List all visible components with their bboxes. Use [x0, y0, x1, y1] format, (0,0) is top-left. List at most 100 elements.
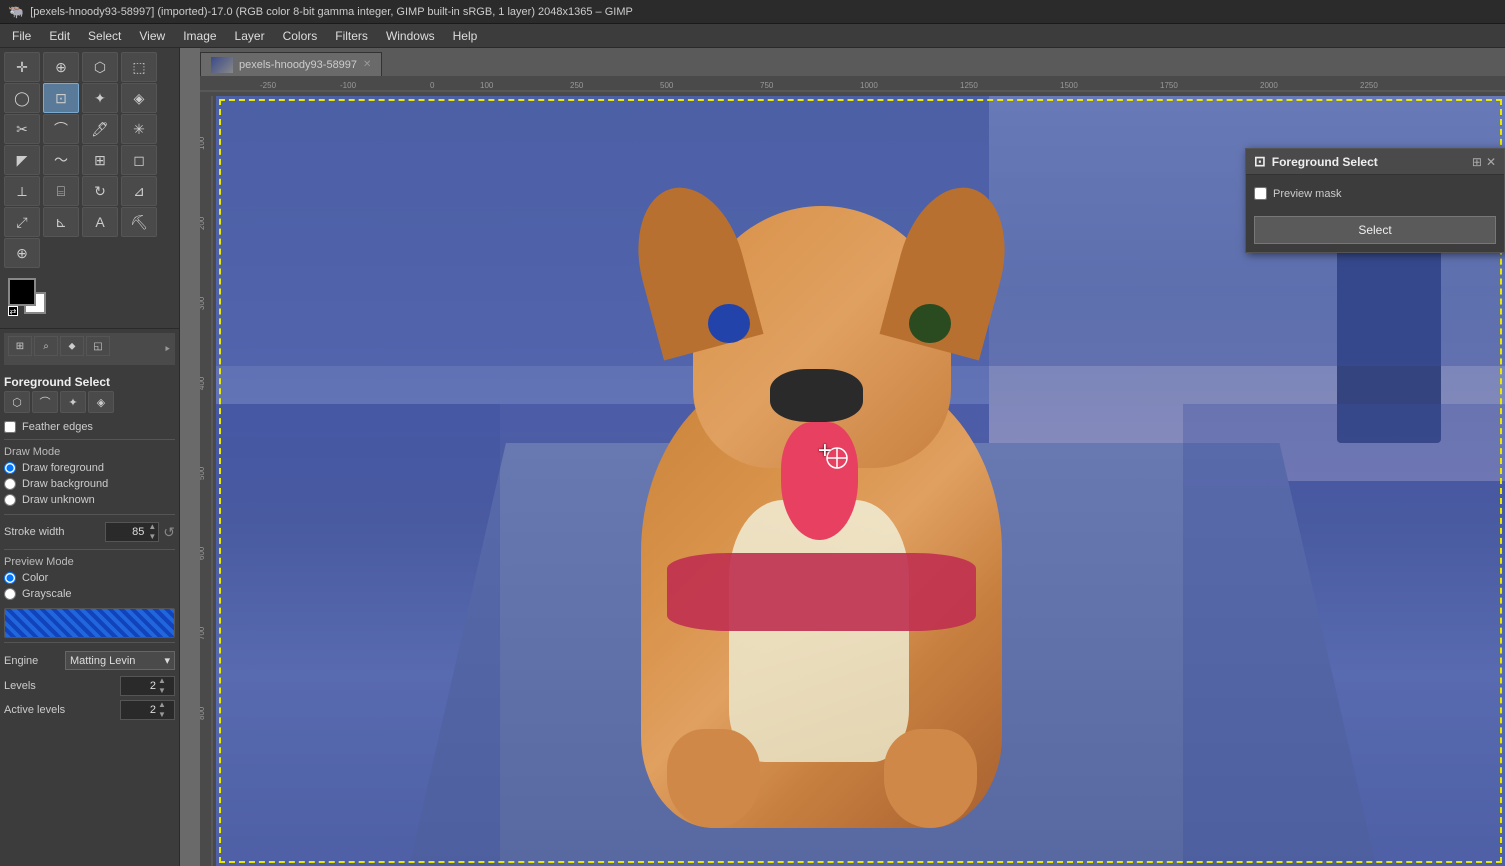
menu-layer[interactable]: Layer: [227, 27, 273, 45]
tool-grid: ✛ ⊕ ⬡ ⬚ ◯ ⊡ ✦ ◈ ✂ ⌒ 🖊 ✳ ◤ 〜 ⊞ ◻ ⟂ ⌸ ↻ ⊿ …: [0, 48, 179, 272]
canvas-area: pexels-hnoody93-58997 ✕ -250 -100 0 100 …: [180, 48, 1505, 866]
active-levels-up[interactable]: ▲: [156, 700, 168, 710]
tool-erase[interactable]: ◻: [121, 145, 157, 175]
tool-rect-select[interactable]: ⬚: [121, 52, 157, 82]
separator-2: [4, 514, 175, 515]
draw-foreground-radio[interactable]: [4, 462, 16, 474]
active-levels-label: Active levels: [4, 704, 65, 716]
tool-shear[interactable]: ⊿: [121, 176, 157, 206]
corgi-harness: [667, 553, 976, 632]
tool-bucket-fill[interactable]: ◤: [4, 145, 40, 175]
menu-colors[interactable]: Colors: [275, 27, 326, 45]
feather-edges-label: Feather edges: [22, 421, 93, 433]
dialog-title: ⊡ Foreground Select: [1254, 153, 1378, 170]
svg-text:1000: 1000: [860, 81, 878, 90]
preview-grayscale-radio[interactable]: [4, 588, 16, 600]
tool-crop[interactable]: ⌸: [43, 176, 79, 206]
preview-color-radio[interactable]: [4, 572, 16, 584]
tool-heal[interactable]: ✳: [121, 114, 157, 144]
tool-paint[interactable]: 🖊: [82, 114, 118, 144]
levels-up[interactable]: ▲: [156, 676, 168, 686]
draw-background-radio[interactable]: [4, 478, 16, 490]
tab-close-icon[interactable]: ✕: [363, 59, 371, 70]
svg-text:800: 800: [200, 706, 206, 720]
stroke-width-input[interactable]: [106, 526, 146, 538]
stroke-width-down[interactable]: ▼: [146, 532, 158, 542]
levels-input[interactable]: [121, 680, 156, 692]
tool-clone[interactable]: ⊞: [82, 145, 118, 175]
swap-colors-button[interactable]: ⇄: [8, 306, 18, 316]
menu-select[interactable]: Select: [80, 27, 129, 45]
menu-edit[interactable]: Edit: [41, 27, 78, 45]
tool-free-select[interactable]: ⬡: [82, 52, 118, 82]
tool-fuzzy-select[interactable]: ✦: [82, 83, 118, 113]
active-levels-spinbox: ▲ ▼: [120, 700, 175, 720]
active-levels-row: Active levels ▲ ▼: [4, 698, 175, 722]
options-expand[interactable]: ⯈: [164, 344, 171, 355]
preview-mode-title: Preview Mode: [4, 556, 175, 568]
menu-image[interactable]: Image: [175, 27, 224, 45]
stroke-width-up[interactable]: ▲: [146, 522, 158, 532]
dialog-close-icon[interactable]: ✕: [1486, 155, 1496, 169]
menu-file[interactable]: File: [4, 27, 39, 45]
svg-text:500: 500: [200, 466, 206, 480]
mode-btn-color[interactable]: ◈: [88, 391, 114, 413]
engine-select[interactable]: Matting Levin ▾: [65, 651, 175, 670]
svg-text:100: 100: [200, 136, 206, 150]
menu-view[interactable]: View: [131, 27, 173, 45]
tool-align[interactable]: ⊕: [43, 52, 79, 82]
window-title: [pexels-hnoody93-58997] (imported)-17.0 …: [30, 6, 633, 18]
tool-scale[interactable]: ⤢: [4, 207, 40, 237]
separator-3: [4, 549, 175, 550]
draw-unknown-radio[interactable]: [4, 494, 16, 506]
preview-mode-section: Preview Mode Color Grayscale: [4, 554, 175, 604]
levels-label: Levels: [4, 680, 36, 692]
active-levels-arrows: ▲ ▼: [156, 700, 168, 720]
levels-down[interactable]: ▼: [156, 686, 168, 696]
active-levels-down[interactable]: ▼: [156, 710, 168, 720]
preview-mask-checkbox[interactable]: [1254, 187, 1267, 200]
options-tab-3[interactable]: ◱: [86, 336, 110, 356]
options-tab-2[interactable]: ⬥: [60, 336, 84, 356]
tool-ellipse-select[interactable]: ◯: [4, 83, 40, 113]
menu-help[interactable]: Help: [445, 27, 486, 45]
mode-btn-free[interactable]: ⬡: [4, 391, 30, 413]
tab-thumbnail: [211, 57, 233, 73]
tool-fg-select[interactable]: ⊡: [43, 83, 79, 113]
mode-btn-fuzzy[interactable]: ✦: [60, 391, 86, 413]
tool-move[interactable]: ✛: [4, 52, 40, 82]
tool-magnify[interactable]: ⊕: [4, 238, 40, 268]
select-button[interactable]: Select: [1254, 216, 1496, 244]
svg-text:1250: 1250: [960, 81, 978, 90]
stroke-width-reset[interactable]: ↺: [163, 524, 175, 541]
tool-transform[interactable]: ⊾: [43, 207, 79, 237]
canvas-tab-0[interactable]: pexels-hnoody93-58997 ✕: [200, 52, 382, 76]
tool-by-color[interactable]: ◈: [121, 83, 157, 113]
svg-text:100: 100: [480, 81, 494, 90]
tool-smudge[interactable]: 〜: [43, 145, 79, 175]
menu-filters[interactable]: Filters: [327, 27, 376, 45]
feather-edges-checkbox[interactable]: [4, 421, 16, 433]
tool-perspective[interactable]: ⟂: [4, 176, 40, 206]
corgi-eye-left: [708, 304, 749, 343]
active-levels-input[interactable]: [121, 704, 156, 716]
vertical-ruler: 100 200 300 400 500 600 700 800: [200, 96, 216, 866]
draw-background-row: Draw background: [4, 476, 175, 492]
mode-btn-paths[interactable]: ⌒: [32, 391, 58, 413]
foreground-color-swatch[interactable]: [8, 278, 36, 306]
separator-4: [4, 642, 175, 643]
draw-background-label: Draw background: [22, 478, 108, 490]
tool-color-pick[interactable]: ⛏: [121, 207, 157, 237]
menubar: File Edit Select View Image Layer Colors…: [0, 24, 1505, 48]
dialog-detach-icon[interactable]: ⊞: [1472, 155, 1482, 169]
main-layout: ✛ ⊕ ⬡ ⬚ ◯ ⊡ ✦ ◈ ✂ ⌒ 🖊 ✳ ◤ 〜 ⊞ ◻ ⟂ ⌸ ↻ ⊿ …: [0, 48, 1505, 866]
menu-windows[interactable]: Windows: [378, 27, 443, 45]
separator-1: [4, 439, 175, 440]
tool-rotate[interactable]: ↻: [82, 176, 118, 206]
blue-overlay-left: [216, 404, 500, 866]
options-tab-0[interactable]: ⊞: [8, 336, 32, 356]
tool-paths[interactable]: ⌒: [43, 114, 79, 144]
tool-text[interactable]: A: [82, 207, 118, 237]
tool-scissors[interactable]: ✂: [4, 114, 40, 144]
options-tab-1[interactable]: ⌕: [34, 336, 58, 356]
